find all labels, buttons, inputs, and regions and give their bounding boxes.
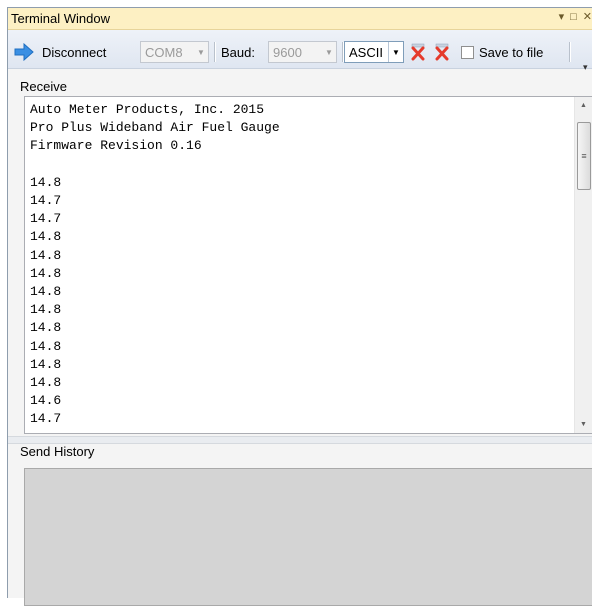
receive-line: Firmware Revision 0.16 xyxy=(30,138,202,154)
chevron-down-icon: ▼ xyxy=(325,47,333,57)
encoding-value: ASCII xyxy=(349,44,383,60)
toolbar-separator xyxy=(569,42,571,62)
receive-line: 14.8 xyxy=(30,302,62,318)
receive-line: 14.7 xyxy=(30,211,62,227)
dropdown-menu-icon[interactable]: ▾ xyxy=(559,10,565,23)
clear-history-icon[interactable] xyxy=(434,43,450,61)
panel-splitter[interactable] xyxy=(8,436,592,444)
receive-line: 14.8 xyxy=(30,356,62,372)
receive-line: 14.7 xyxy=(30,193,62,209)
receive-line: 14.7 xyxy=(30,411,62,427)
baud-select[interactable]: 9600 ▼ xyxy=(268,41,337,63)
maximize-icon[interactable]: □ xyxy=(570,11,577,23)
receive-line xyxy=(30,156,280,174)
send-history-label: Send History xyxy=(19,444,96,459)
disconnect-button[interactable]: Disconnect xyxy=(42,41,106,63)
toolbar-overflow-icon[interactable]: ▾ xyxy=(583,62,588,73)
baud-value: 9600 xyxy=(273,44,302,60)
receive-line: 14.8 xyxy=(30,247,62,263)
receive-line: 14.8 xyxy=(30,338,62,354)
chevron-down-icon: ▼ xyxy=(388,42,403,62)
window-controls: ▾ □ ✕ xyxy=(559,10,592,24)
send-history-list[interactable] xyxy=(24,468,592,606)
close-icon[interactable]: ✕ xyxy=(583,10,592,23)
scroll-thumb[interactable]: ≡ xyxy=(577,122,591,190)
baud-label: Baud: xyxy=(221,44,255,60)
terminal-window: Terminal Window ▾ □ ✕ Disconnect COM8 ▼ … xyxy=(7,7,592,606)
arrow-right-icon[interactable] xyxy=(14,43,34,61)
scroll-up-icon[interactable]: ▲ xyxy=(575,97,592,114)
receive-line: Pro Plus Wideband Air Fuel Gauge xyxy=(30,120,280,136)
receive-line: 14.8 xyxy=(30,320,62,336)
encoding-select[interactable]: ASCII ▼ xyxy=(344,41,404,63)
port-value: COM8 xyxy=(145,44,183,60)
receive-line: 14.8 xyxy=(30,265,62,281)
port-select[interactable]: COM8 ▼ xyxy=(140,41,209,63)
title-bar: Terminal Window ▾ □ ✕ xyxy=(8,8,592,30)
clear-receive-icon[interactable] xyxy=(410,43,426,61)
receive-text: Auto Meter Products, Inc. 2015 Pro Plus W… xyxy=(30,101,280,429)
vertical-scrollbar[interactable]: ▲ ≡ ▼ xyxy=(574,97,592,433)
receive-line: 14.8 xyxy=(30,375,62,391)
scroll-down-icon[interactable]: ▼ xyxy=(575,416,592,433)
receive-line: 14.8 xyxy=(30,174,62,190)
save-to-file-checkbox[interactable] xyxy=(461,46,474,59)
chevron-down-icon: ▼ xyxy=(197,47,205,57)
receive-textbox[interactable]: Auto Meter Products, Inc. 2015 Pro Plus W… xyxy=(24,96,592,434)
receive-line: 14.6 xyxy=(30,393,62,409)
receive-line: 14.8 xyxy=(30,229,62,245)
receive-line: Auto Meter Products, Inc. 2015 xyxy=(30,102,265,117)
toolbar: Disconnect COM8 ▼ Baud: 9600 ▼ ASCII ▼ S… xyxy=(8,30,592,72)
receive-line: 14.8 xyxy=(30,284,62,300)
window-title: Terminal Window xyxy=(11,11,110,26)
save-to-file-label[interactable]: Save to file xyxy=(479,41,543,63)
toolbar-separator xyxy=(214,42,216,62)
receive-label: Receive xyxy=(19,79,68,94)
